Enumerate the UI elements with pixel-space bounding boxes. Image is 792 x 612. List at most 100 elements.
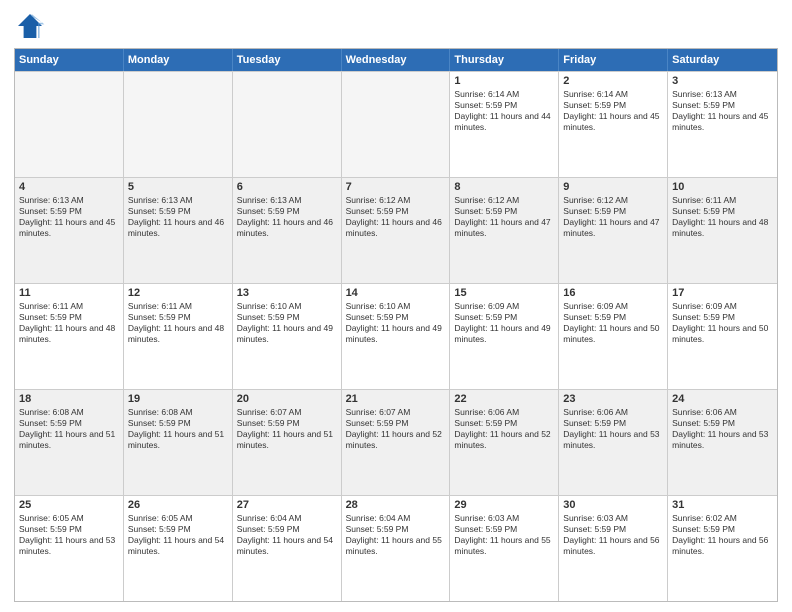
day-number: 18: [19, 393, 119, 405]
day-info: Sunrise: 6:13 AMSunset: 5:59 PMDaylight:…: [128, 195, 228, 239]
day-cell-empty: [233, 72, 342, 177]
logo-icon: [14, 10, 46, 42]
day-cell-29: 29 Sunrise: 6:03 AMSunset: 5:59 PMDayligh…: [450, 496, 559, 601]
day-info: Sunrise: 6:03 AMSunset: 5:59 PMDaylight:…: [454, 513, 554, 557]
header-friday: Friday: [559, 49, 668, 71]
day-number: 29: [454, 499, 554, 511]
day-cell-15: 15 Sunrise: 6:09 AMSunset: 5:59 PMDayligh…: [450, 284, 559, 389]
week-row-3: 11 Sunrise: 6:11 AMSunset: 5:59 PMDayligh…: [15, 283, 777, 389]
day-cell-25: 25Sunrise: 6:05 AMSunset: 5:59 PMDayligh…: [15, 496, 124, 601]
day-cell-13: 13 Sunrise: 6:10 AMSunset: 5:59 PMDayligh…: [233, 284, 342, 389]
week-row-1: 1Sunrise: 6:14 AMSunset: 5:59 PMDaylight…: [15, 71, 777, 177]
day-cell-12: 12 Sunrise: 6:11 AMSunset: 5:59 PMDayligh…: [124, 284, 233, 389]
day-info: Sunrise: 6:07 AMSunset: 5:59 PMDaylight:…: [346, 407, 446, 451]
day-cell-22: 22Sunrise: 6:06 AMSunset: 5:59 PMDayligh…: [450, 390, 559, 495]
day-info: Sunrise: 6:08 AMSunset: 5:59 PMDaylight:…: [128, 407, 228, 451]
day-info: Sunrise: 6:11 AMSunset: 5:59 PMDaylight:…: [128, 301, 228, 345]
day-number: 26: [128, 499, 228, 511]
calendar-header-row: SundayMondayTuesdayWednesdayThursdayFrid…: [15, 49, 777, 71]
day-info: Sunrise: 6:12 AMSunset: 5:59 PMDaylight:…: [346, 195, 446, 239]
day-cell-11: 11 Sunrise: 6:11 AMSunset: 5:59 PMDayligh…: [15, 284, 124, 389]
day-info: Sunrise: 6:10 AMSunset: 5:59 PMDaylight:…: [346, 301, 446, 345]
day-cell-31: 31Sunrise: 6:02 AMSunset: 5:59 PMDayligh…: [668, 496, 777, 601]
day-info: Sunrise: 6:13 AMSunset: 5:59 PMDaylight:…: [19, 195, 119, 239]
day-number: 20: [237, 393, 337, 405]
day-info: Sunrise: 6:12 AMSunset: 5:59 PMDaylight:…: [563, 195, 663, 239]
day-number: 28: [346, 499, 446, 511]
header-sunday: Sunday: [15, 49, 124, 71]
day-cell-18: 18 Sunrise: 6:08 AMSunset: 5:59 PMDayligh…: [15, 390, 124, 495]
day-number: 25: [19, 499, 119, 511]
day-cell-empty: [342, 72, 451, 177]
day-cell-2: 2 Sunrise: 6:14 AMSunset: 5:59 PMDaylight…: [559, 72, 668, 177]
header-saturday: Saturday: [668, 49, 777, 71]
day-number: 11: [19, 287, 119, 299]
day-number: 27: [237, 499, 337, 511]
header-tuesday: Tuesday: [233, 49, 342, 71]
day-number: 16: [563, 287, 663, 299]
week-row-2: 4 Sunrise: 6:13 AMSunset: 5:59 PMDaylight…: [15, 177, 777, 283]
day-cell-1: 1Sunrise: 6:14 AMSunset: 5:59 PMDaylight…: [450, 72, 559, 177]
day-info: Sunrise: 6:10 AMSunset: 5:59 PMDaylight:…: [237, 301, 337, 345]
day-info: Sunrise: 6:04 AMSunset: 5:59 PMDaylight:…: [237, 513, 337, 557]
day-info: Sunrise: 6:12 AMSunset: 5:59 PMDaylight:…: [454, 195, 554, 239]
calendar-body: 1Sunrise: 6:14 AMSunset: 5:59 PMDaylight…: [15, 71, 777, 601]
day-info: Sunrise: 6:04 AMSunset: 5:59 PMDaylight:…: [346, 513, 446, 557]
day-cell-6: 6 Sunrise: 6:13 AMSunset: 5:59 PMDaylight…: [233, 178, 342, 283]
day-info: Sunrise: 6:13 AMSunset: 5:59 PMDaylight:…: [672, 89, 773, 133]
day-cell-21: 21 Sunrise: 6:07 AMSunset: 5:59 PMDayligh…: [342, 390, 451, 495]
day-cell-9: 9 Sunrise: 6:12 AMSunset: 5:59 PMDaylight…: [559, 178, 668, 283]
day-number: 3: [672, 75, 773, 87]
day-info: Sunrise: 6:09 AMSunset: 5:59 PMDaylight:…: [454, 301, 554, 345]
day-info: Sunrise: 6:05 AMSunset: 5:59 PMDaylight:…: [128, 513, 228, 557]
header: [14, 10, 778, 42]
day-number: 5: [128, 181, 228, 193]
day-info: Sunrise: 6:11 AMSunset: 5:59 PMDaylight:…: [19, 301, 119, 345]
day-info: Sunrise: 6:07 AMSunset: 5:59 PMDaylight:…: [237, 407, 337, 451]
day-number: 15: [454, 287, 554, 299]
day-number: 4: [19, 181, 119, 193]
day-cell-7: 7 Sunrise: 6:12 AMSunset: 5:59 PMDaylight…: [342, 178, 451, 283]
week-row-4: 18 Sunrise: 6:08 AMSunset: 5:59 PMDayligh…: [15, 389, 777, 495]
header-monday: Monday: [124, 49, 233, 71]
day-cell-17: 17Sunrise: 6:09 AMSunset: 5:59 PMDayligh…: [668, 284, 777, 389]
day-cell-24: 24Sunrise: 6:06 AMSunset: 5:59 PMDayligh…: [668, 390, 777, 495]
page: SundayMondayTuesdayWednesdayThursdayFrid…: [0, 0, 792, 612]
day-cell-8: 8 Sunrise: 6:12 AMSunset: 5:59 PMDaylight…: [450, 178, 559, 283]
day-number: 8: [454, 181, 554, 193]
day-number: 14: [346, 287, 446, 299]
day-cell-4: 4 Sunrise: 6:13 AMSunset: 5:59 PMDaylight…: [15, 178, 124, 283]
day-number: 12: [128, 287, 228, 299]
day-number: 17: [672, 287, 773, 299]
day-cell-empty: [15, 72, 124, 177]
day-number: 2: [563, 75, 663, 87]
day-cell-20: 20 Sunrise: 6:07 AMSunset: 5:59 PMDayligh…: [233, 390, 342, 495]
day-number: 7: [346, 181, 446, 193]
day-number: 9: [563, 181, 663, 193]
week-row-5: 25 Sunrise: 6:05 AMSunset: 5:59 PMDayligh…: [15, 495, 777, 601]
calendar: SundayMondayTuesdayWednesdayThursdayFrid…: [14, 48, 778, 602]
day-cell-empty: [124, 72, 233, 177]
day-info: Sunrise: 6:14 AMSunset: 5:59 PMDaylight:…: [563, 89, 663, 133]
day-number: 13: [237, 287, 337, 299]
day-number: 21: [346, 393, 446, 405]
day-cell-5: 5 Sunrise: 6:13 AMSunset: 5:59 PMDaylight…: [124, 178, 233, 283]
day-info: Sunrise: 6:14 AMSunset: 5:59 PMDaylight:…: [454, 89, 554, 133]
day-number: 22: [454, 393, 554, 405]
day-cell-14: 14 Sunrise: 6:10 AMSunset: 5:59 PMDayligh…: [342, 284, 451, 389]
header-wednesday: Wednesday: [342, 49, 451, 71]
day-info: Sunrise: 6:09 AMSunset: 5:59 PMDaylight:…: [563, 301, 663, 345]
logo: [14, 10, 50, 42]
day-number: 19: [128, 393, 228, 405]
day-cell-10: 10Sunrise: 6:11 AMSunset: 5:59 PMDayligh…: [668, 178, 777, 283]
day-info: Sunrise: 6:08 AMSunset: 5:59 PMDaylight:…: [19, 407, 119, 451]
day-cell-30: 30Sunrise: 6:03 AMSunset: 5:59 PMDayligh…: [559, 496, 668, 601]
day-info: Sunrise: 6:13 AMSunset: 5:59 PMDaylight:…: [237, 195, 337, 239]
day-info: Sunrise: 6:02 AMSunset: 5:59 PMDaylight:…: [672, 513, 773, 557]
day-number: 10: [672, 181, 773, 193]
day-cell-26: 26 Sunrise: 6:05 AMSunset: 5:59 PMDayligh…: [124, 496, 233, 601]
day-cell-19: 19 Sunrise: 6:08 AMSunset: 5:59 PMDayligh…: [124, 390, 233, 495]
day-number: 6: [237, 181, 337, 193]
day-cell-3: 3 Sunrise: 6:13 AMSunset: 5:59 PMDaylight…: [668, 72, 777, 177]
day-number: 24: [672, 393, 773, 405]
